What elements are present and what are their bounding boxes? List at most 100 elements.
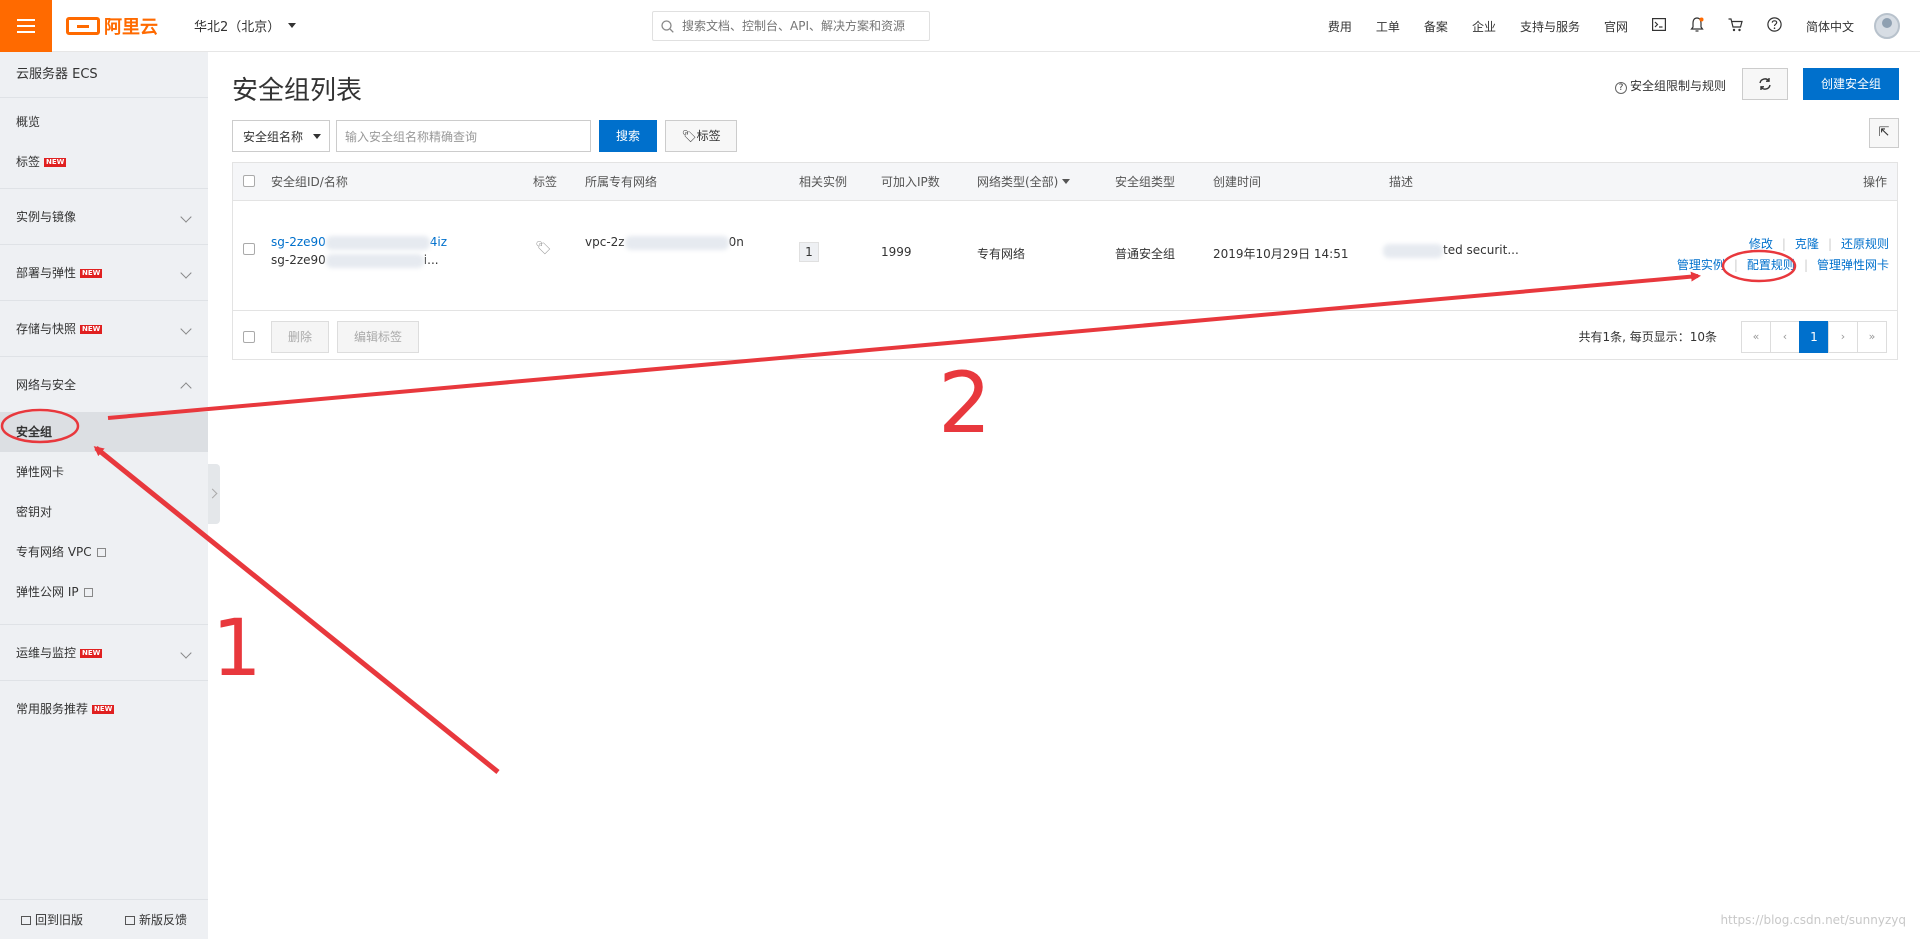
- feedback-label: 新版反馈: [138, 913, 187, 927]
- terminal-icon[interactable]: [1651, 18, 1666, 34]
- new-badge: NEW: [80, 649, 103, 658]
- language-switch[interactable]: 简体中文: [1806, 18, 1854, 35]
- sidebar-group-instances[interactable]: 实例与镜像: [0, 188, 208, 244]
- annotation-step1-label: 1: [212, 604, 262, 694]
- last-page-button[interactable]: »: [1857, 321, 1887, 353]
- help-link[interactable]: ? 安全组限制与规则: [1614, 77, 1726, 94]
- configure-rules-link[interactable]: 配置规则: [1747, 258, 1795, 272]
- filter-search-input[interactable]: 输入安全组名称精确查询: [336, 120, 591, 152]
- security-group-id[interactable]: sg-2ze90 4iz: [271, 235, 447, 250]
- security-group-table: 安全组ID/名称 标签 所属专有网络 相关实例 可加入IP数 网络类型(全部) …: [232, 162, 1898, 360]
- next-page-button[interactable]: ›: [1828, 321, 1858, 353]
- sg-name-prefix: sg-2ze90: [271, 253, 326, 267]
- col-desc: 描述: [1389, 175, 1414, 189]
- sidebar-group-network[interactable]: 网络与安全: [0, 356, 208, 412]
- col-vpc: 所属专有网络: [585, 175, 658, 189]
- filter-bar: 安全组名称 输入安全组名称精确查询 搜索 🏷标签: [232, 120, 737, 152]
- first-page-button[interactable]: «: [1741, 321, 1771, 353]
- nav-icp[interactable]: 备案: [1424, 18, 1448, 35]
- sidebar-item-keypair[interactable]: 密钥对: [0, 492, 208, 532]
- back-label: 回到旧版: [34, 913, 83, 927]
- sidebar-item-label: 弹性网卡: [16, 465, 65, 479]
- nav-enterprise[interactable]: 企业: [1472, 18, 1496, 35]
- select-all-checkbox[interactable]: [243, 175, 255, 187]
- sidebar-group-ops[interactable]: 运维与监控 NEW: [0, 624, 208, 680]
- tag-icon[interactable]: 🏷: [535, 241, 552, 256]
- filter-field-select[interactable]: 安全组名称: [232, 120, 330, 152]
- redacted-id: [325, 235, 430, 250]
- chevron-down-icon: [288, 23, 297, 28]
- col-created: 创建时间: [1213, 175, 1262, 189]
- tag-filter-button[interactable]: 🏷标签: [665, 120, 737, 152]
- prev-page-button[interactable]: ‹: [1770, 321, 1800, 353]
- sidebar-item-security-group[interactable]: 安全组: [0, 412, 208, 452]
- new-badge: NEW: [44, 158, 67, 167]
- sidebar-group-deploy[interactable]: 部署与弹性 NEW: [0, 244, 208, 300]
- feedback-link[interactable]: 新版反馈: [124, 911, 187, 928]
- sidebar-item-eip[interactable]: 弹性公网 IP: [0, 572, 208, 612]
- instance-count[interactable]: 1: [799, 242, 819, 262]
- restore-rules-link[interactable]: 还原规则: [1841, 237, 1889, 251]
- edit-tags-button[interactable]: 编辑标签: [337, 321, 419, 353]
- create-security-group-button[interactable]: 创建安全组: [1803, 68, 1899, 100]
- col-sg-type: 安全组类型: [1115, 175, 1176, 189]
- modify-link[interactable]: 修改: [1749, 237, 1773, 251]
- table-footer: 删除 编辑标签 共有1条, 每页显示：10条 « ‹ 1 › »: [233, 311, 1897, 361]
- back-to-old-version[interactable]: 回到旧版: [20, 911, 83, 928]
- sidebar-product-title: 云服务器 ECS: [0, 52, 208, 98]
- annotation-step2-label: 2: [938, 354, 991, 452]
- nav-support[interactable]: 支持与服务: [1520, 18, 1580, 35]
- col-available-ip: 可加入IP数: [881, 175, 940, 189]
- col-network-type[interactable]: 网络类型(全部): [977, 163, 1071, 201]
- search-button[interactable]: 搜索: [599, 120, 657, 152]
- nav-tickets[interactable]: 工单: [1376, 18, 1400, 35]
- sidebar-group-label: 部署与弹性: [16, 266, 77, 280]
- vpc-id: vpc-2z 0n: [585, 235, 744, 250]
- region-label: 华北2（北京）: [194, 20, 281, 35]
- help-link-label: 安全组限制与规则: [1629, 79, 1726, 93]
- sidebar-collapse-handle[interactable]: [208, 464, 220, 524]
- sidebar-group-label: 实例与镜像: [16, 210, 77, 224]
- global-search[interactable]: [652, 11, 930, 41]
- network-type-value: 专有网络: [977, 247, 1026, 261]
- redacted-vpc: [624, 235, 729, 250]
- cart-icon[interactable]: [1728, 17, 1743, 35]
- sidebar-item-label: 安全组: [16, 425, 53, 439]
- vpc-id-suffix: 0n: [728, 235, 744, 249]
- help-icon[interactable]: [1767, 17, 1782, 35]
- sidebar-group-common[interactable]: 常用服务推荐 NEW: [0, 680, 208, 736]
- page-1-button[interactable]: 1: [1799, 321, 1829, 353]
- sg-name-suffix: i...: [423, 253, 439, 267]
- tag-icon: 🏷: [681, 129, 697, 143]
- sg-type-value: 普通安全组: [1115, 247, 1176, 261]
- chevron-down-icon: [180, 211, 192, 223]
- bell-icon[interactable]: [1690, 17, 1704, 35]
- row-checkbox[interactable]: [243, 243, 255, 255]
- sidebar-item-eni[interactable]: 弹性网卡: [0, 452, 208, 492]
- export-icon[interactable]: ⇱: [1869, 118, 1899, 148]
- manage-instances-link[interactable]: 管理实例: [1677, 258, 1725, 272]
- chevron-up-icon: [180, 382, 192, 394]
- col-actions: 操作: [1862, 175, 1887, 189]
- pagination-info: 共有1条, 每页显示：10条: [1578, 330, 1717, 344]
- sidebar-item-vpc[interactable]: 专有网络 VPC: [0, 532, 208, 572]
- delete-button[interactable]: 删除: [271, 321, 329, 353]
- aliyun-logo[interactable]: 阿里云: [66, 13, 158, 39]
- top-bar: 阿里云 华北2（北京） 费用 工单 备案 企业 支持与服务 官网 简体中文: [0, 0, 1920, 52]
- chevron-down-icon: [313, 133, 321, 139]
- region-selector[interactable]: 华北2（北京）: [194, 16, 297, 35]
- sidebar-item-tags[interactable]: 标签 NEW: [0, 142, 208, 182]
- menu-icon[interactable]: [0, 0, 52, 52]
- vpc-id-prefix: vpc-2z: [585, 235, 625, 249]
- global-search-input[interactable]: [682, 19, 912, 33]
- user-avatar[interactable]: [1874, 13, 1900, 39]
- nav-official-site[interactable]: 官网: [1604, 18, 1628, 35]
- sidebar-group-storage[interactable]: 存储与快照 NEW: [0, 300, 208, 356]
- sidebar-item-overview[interactable]: 概览: [0, 102, 208, 142]
- nav-billing[interactable]: 费用: [1328, 18, 1352, 35]
- feedback-icon: [124, 916, 135, 925]
- clone-link[interactable]: 克隆: [1795, 237, 1819, 251]
- manage-eni-link[interactable]: 管理弹性网卡: [1817, 258, 1889, 272]
- refresh-button[interactable]: [1742, 68, 1788, 100]
- footer-select-all-checkbox[interactable]: [243, 331, 255, 343]
